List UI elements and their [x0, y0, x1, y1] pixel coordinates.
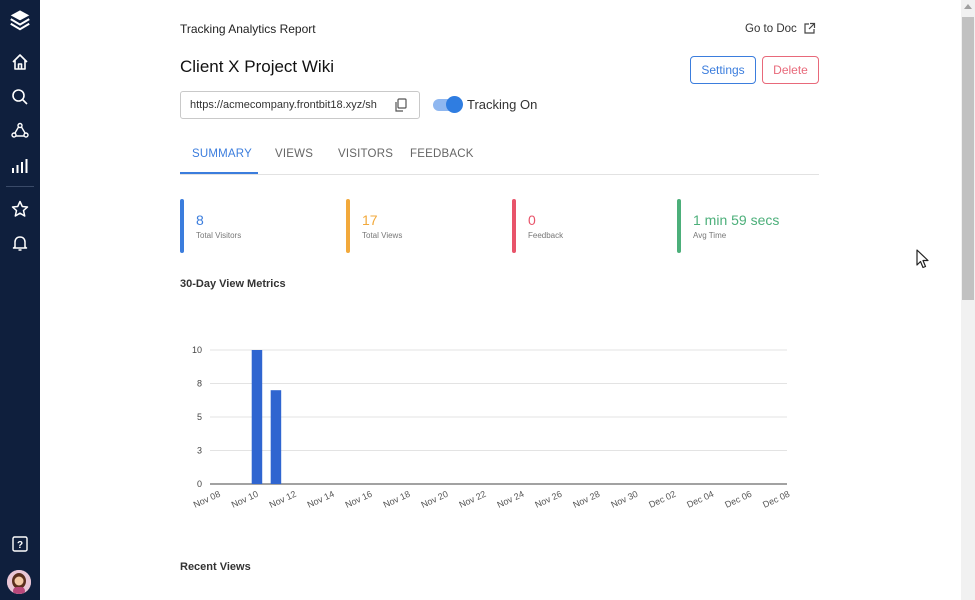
x-tick-label: Nov 10	[230, 489, 260, 510]
search-icon[interactable]	[8, 85, 32, 109]
stat-accent-bar	[346, 199, 350, 253]
stat-value: 0	[528, 212, 536, 228]
stat-total-views: 17 Total Views	[346, 199, 496, 253]
copy-icon[interactable]	[394, 98, 407, 112]
x-tick-label: Nov 30	[609, 489, 639, 510]
bar	[270, 390, 282, 484]
recent-views-title: Recent Views	[180, 561, 251, 573]
avatar[interactable]	[7, 570, 31, 594]
y-tick-label: 5	[197, 412, 202, 422]
stat-value: 17	[362, 212, 378, 228]
tracking-toggle-knob	[446, 96, 463, 113]
tab-bar: SUMMARY VIEWS VISITORS FEEDBACK	[180, 137, 819, 175]
x-tick-label: Nov 16	[344, 489, 374, 510]
tab-views[interactable]: VIEWS	[275, 148, 313, 160]
share-url-field[interactable]: https://acmecompany.frontbit18.xyz/sh	[180, 91, 420, 119]
tab-visitors[interactable]: VISITORS	[338, 148, 393, 160]
x-tick-label: Nov 12	[268, 489, 298, 510]
tracking-toggle[interactable]	[433, 96, 463, 113]
metrics-title: 30-Day View Metrics	[180, 278, 286, 290]
x-tick-label: Nov 20	[420, 489, 450, 510]
stat-label: Total Views	[362, 231, 403, 240]
scroll-up-arrow[interactable]	[964, 4, 972, 9]
logo-icon[interactable]	[8, 8, 32, 32]
y-tick-label: 8	[197, 379, 202, 389]
tab-summary[interactable]: SUMMARY	[192, 148, 252, 160]
x-tick-label: Nov 24	[495, 489, 525, 510]
tracking-label: Tracking On	[467, 97, 538, 112]
page-scrollbar[interactable]	[961, 0, 975, 600]
x-tick-label: Nov 26	[533, 489, 563, 510]
help-icon[interactable]: ?	[8, 532, 32, 556]
stat-label: Total Visitors	[196, 231, 242, 240]
x-tick-label: Dec 04	[685, 489, 715, 510]
x-tick-label: Nov 14	[306, 489, 336, 510]
active-tab-indicator	[180, 172, 258, 174]
sidebar-divider	[6, 186, 34, 187]
external-link-icon	[804, 22, 815, 34]
scroll-thumb[interactable]	[962, 17, 974, 300]
bar	[251, 350, 263, 484]
breadcrumb: Tracking Analytics Report	[180, 22, 316, 36]
share-url-text: https://acmecompany.frontbit18.xyz/sh	[190, 99, 377, 111]
stat-accent-bar	[180, 199, 184, 253]
x-tick-label: Nov 08	[192, 489, 222, 510]
home-icon[interactable]	[8, 50, 32, 74]
sidebar: ?	[0, 0, 40, 600]
x-tick-label: Nov 28	[571, 489, 601, 510]
x-tick-label: Dec 06	[723, 489, 753, 510]
stat-value: 8	[196, 212, 204, 228]
settings-button[interactable]: Settings	[690, 56, 756, 84]
chart-icon[interactable]	[8, 154, 32, 178]
stat-label: Feedback	[528, 231, 564, 240]
y-tick-label: 10	[192, 345, 202, 355]
x-tick-label: Nov 22	[457, 489, 487, 510]
x-tick-label: Dec 02	[647, 489, 677, 510]
svg-text:?: ?	[17, 540, 23, 551]
stat-avg-time: 1 min 59 secs Avg Time	[677, 199, 819, 253]
x-tick-label: Dec 08	[761, 489, 791, 510]
stat-value: 1 min 59 secs	[693, 212, 780, 228]
stat-accent-bar	[512, 199, 516, 253]
go-to-doc-link[interactable]: Go to Doc	[745, 22, 816, 35]
y-tick-label: 0	[197, 479, 202, 489]
y-tick-label: 3	[197, 446, 202, 456]
share-icon[interactable]	[8, 119, 32, 143]
x-tick-label: Nov 18	[382, 489, 412, 510]
stat-total-visitors: 8 Total Visitors	[180, 199, 330, 253]
tab-feedback[interactable]: FEEDBACK	[410, 148, 474, 160]
go-to-doc-label: Go to Doc	[745, 22, 797, 35]
star-icon[interactable]	[8, 197, 32, 221]
stat-feedback: 0 Feedback	[512, 199, 662, 253]
page-title: Client X Project Wiki	[180, 57, 334, 76]
delete-button[interactable]: Delete	[762, 56, 819, 84]
stat-accent-bar	[677, 199, 681, 253]
views-bar-chart: 0 3 5 8 10 Nov 08 Nov 10 Nov 12 Nov 14 Nov 16 Nov …	[192, 345, 791, 510]
mouse-cursor-icon	[916, 249, 929, 269]
bell-icon[interactable]	[8, 231, 32, 255]
stat-label: Avg Time	[693, 231, 727, 240]
